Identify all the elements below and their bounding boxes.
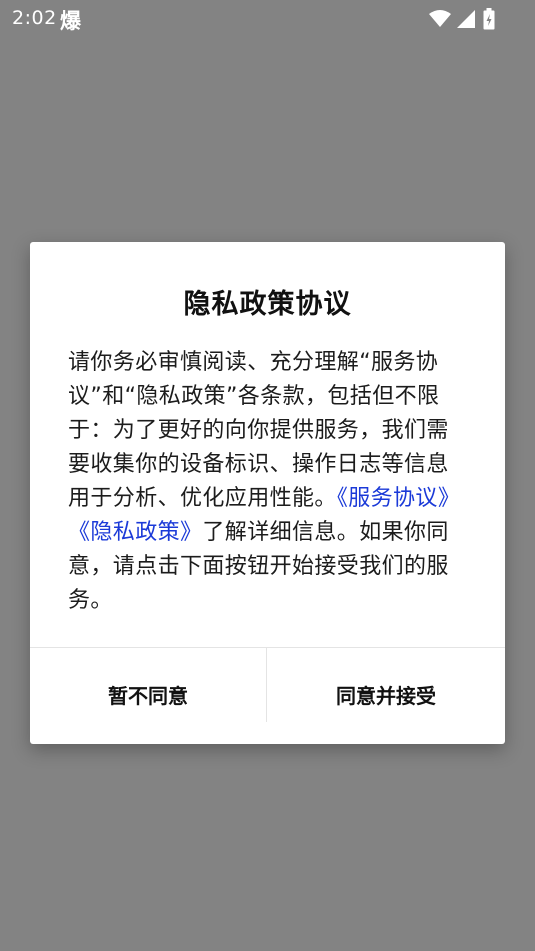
- privacy-dialog: 隐私政策协议 请你务必审慎阅读、充分理解“服务协议”和“隐私政策”各条款，包括但…: [30, 242, 505, 744]
- status-icons: [405, 8, 495, 30]
- privacy-policy-link[interactable]: 《隐私政策》: [68, 520, 202, 545]
- notification-icon: 爆: [60, 9, 81, 33]
- accept-button[interactable]: 同意并接受: [267, 648, 505, 744]
- dialog-body: 请你务必审慎阅读、充分理解“服务协议”和“隐私政策”各条款，包括但不限于：为了更…: [68, 346, 470, 618]
- service-agreement-link[interactable]: 《服务协议》: [337, 486, 460, 511]
- status-bar: 2:02 爆: [0, 0, 535, 36]
- signal-icon: [457, 10, 475, 28]
- status-time: 2:02: [12, 7, 57, 29]
- wifi-icon: [429, 10, 451, 27]
- battery-icon: [483, 8, 495, 30]
- dialog-title: 隐私政策协议: [183, 289, 352, 320]
- decline-button[interactable]: 暂不同意: [30, 648, 266, 744]
